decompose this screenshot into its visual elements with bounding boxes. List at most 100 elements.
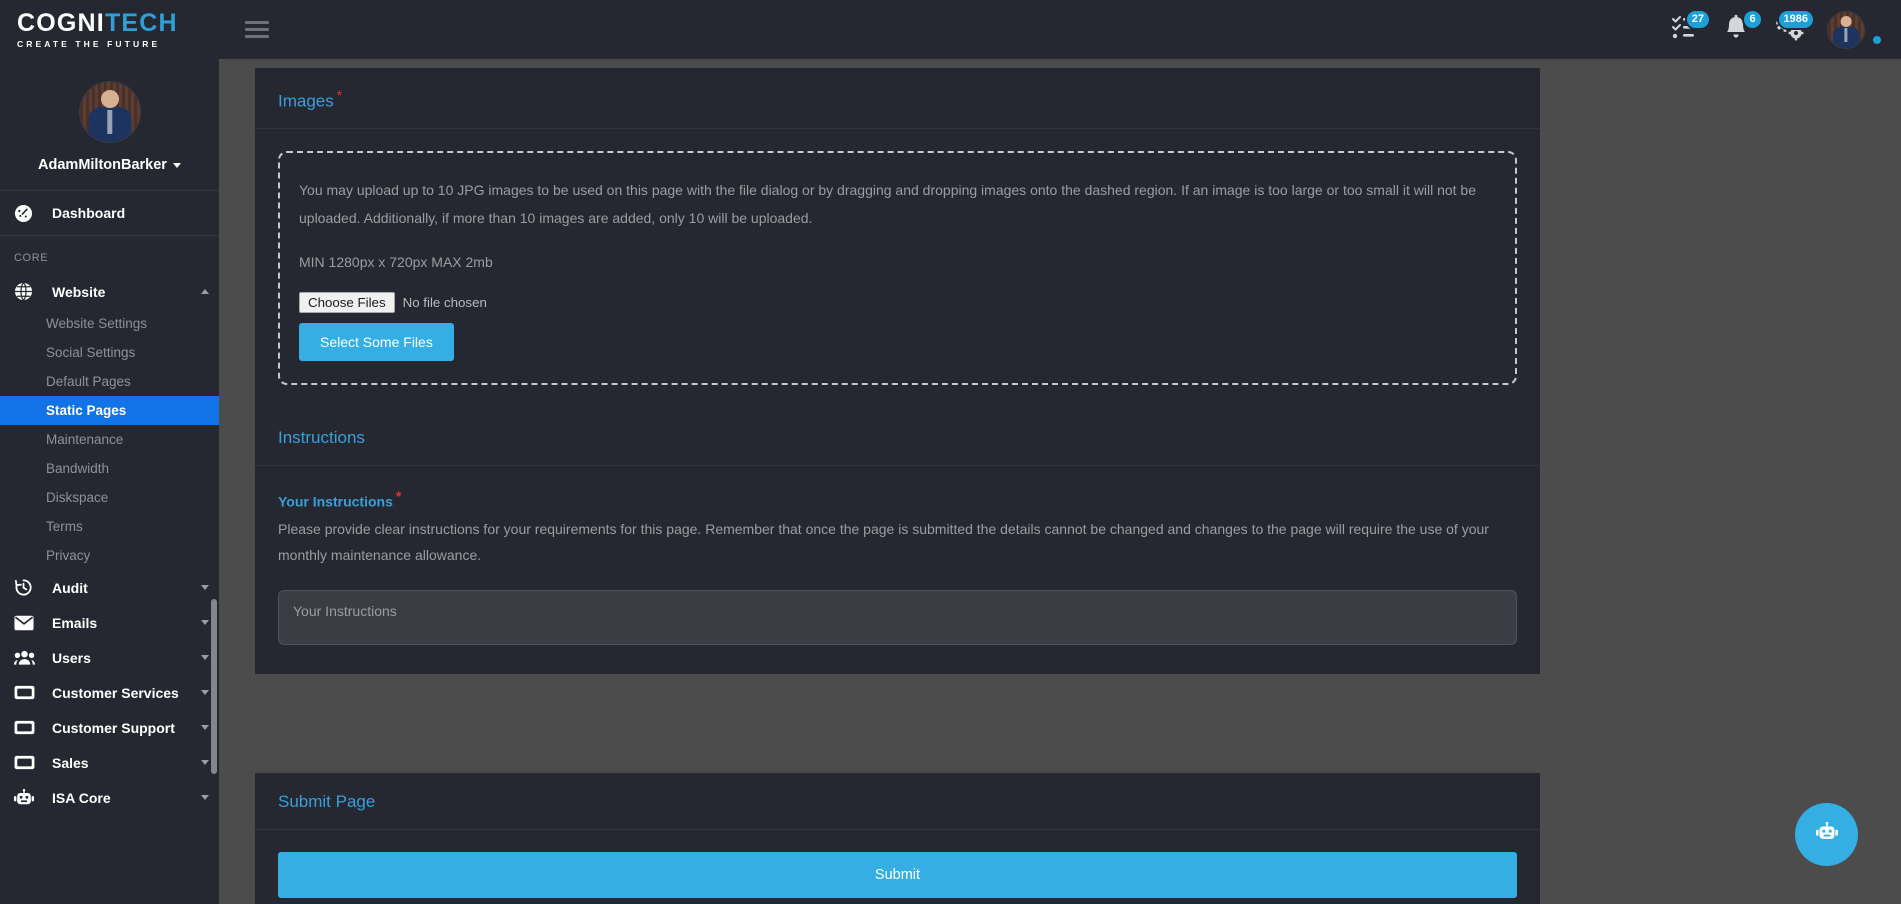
- required-asterisk: *: [336, 87, 343, 103]
- file-chosen-status: No file chosen: [402, 294, 487, 310]
- sidebar-scrollbar-track[interactable]: [211, 59, 218, 904]
- history-icon: [14, 578, 42, 597]
- submit-card: Submit Page Submit: [255, 773, 1540, 904]
- sidebar-subitem-label: Bandwidth: [46, 461, 110, 476]
- sidebar-item-audit[interactable]: Audit: [0, 570, 219, 605]
- chevron-up-icon: [201, 289, 209, 294]
- sidebar-item-dashboard[interactable]: Dashboard: [0, 191, 219, 235]
- sidebar-item-label: Emails: [52, 614, 98, 631]
- dropzone-constraints: MIN 1280px x 720px MAX 2mb: [299, 253, 493, 270]
- robot-icon: [14, 788, 42, 807]
- sidebar-subitem-label: Default Pages: [46, 374, 131, 389]
- sidebar-scroll-area: AdamMiltonBarker Dashboard CORE Website …: [0, 59, 219, 904]
- submit-button[interactable]: Submit: [278, 852, 1517, 898]
- chatbot-fab-button[interactable]: [1795, 803, 1858, 866]
- sidebar-item-label: Customer Services: [52, 684, 179, 701]
- hamburger-bar: [245, 21, 269, 24]
- envelope-icon: [14, 615, 42, 631]
- sidebar-subitem-terms[interactable]: Terms: [0, 512, 219, 541]
- sidebar-item-label: Customer Support: [52, 719, 175, 736]
- sidebar-item-label: Dashboard: [52, 205, 126, 221]
- user-avatar[interactable]: [1827, 10, 1865, 49]
- images-card-header: Images *: [255, 68, 1540, 130]
- topbar-actions: 27 6 1986: [1671, 0, 1901, 59]
- sidebar-subitem-bandwidth[interactable]: Bandwidth: [0, 454, 219, 483]
- chevron-down-icon: [201, 585, 209, 590]
- image-dropzone[interactable]: You may upload up to 10 JPG images to be…: [278, 151, 1517, 385]
- instructions-field-label-text: Your Instructions: [278, 493, 393, 510]
- instructions-field-label: Your Instructions *: [278, 488, 1517, 510]
- sidebar-subitem-label: Static Pages: [46, 403, 127, 418]
- sidebar-profile: AdamMiltonBarker: [0, 59, 219, 190]
- sidebar-scrollbar-thumb[interactable]: [211, 599, 217, 774]
- logo-primary: COGNI: [17, 8, 105, 37]
- notifications-badge: 6: [1742, 8, 1763, 30]
- sidebar-avatar[interactable]: [78, 81, 141, 143]
- dropzone-instructions: You may upload up to 10 JPG images to be…: [299, 182, 1476, 226]
- settings-badge: 1986: [1776, 8, 1815, 30]
- sidebar-subitem-maintenance[interactable]: Maintenance: [0, 425, 219, 454]
- logo-accent: TECH: [104, 8, 178, 37]
- settings-gears-icon[interactable]: 1986: [1775, 8, 1815, 46]
- sidebar-item-label: Website: [52, 283, 106, 300]
- instructions-card-header: Instructions: [255, 409, 1540, 466]
- sidebar-item-label: Users: [52, 649, 91, 666]
- chevron-down-icon: [172, 162, 181, 168]
- sidebar-subitem-privacy[interactable]: Privacy: [0, 541, 219, 570]
- sidebar-subitem-website-settings[interactable]: Website Settings: [0, 309, 219, 338]
- sidebar-subitem-label: Social Settings: [46, 345, 136, 360]
- online-status-dot: [1871, 33, 1883, 46]
- sidebar-item-sales[interactable]: Sales: [0, 745, 219, 780]
- choose-files-button[interactable]: Choose Files: [299, 291, 395, 313]
- sidebar: AdamMiltonBarker Dashboard CORE Website …: [0, 59, 219, 904]
- tasks-checklist-icon[interactable]: 27: [1671, 8, 1711, 46]
- sidebar-item-emails[interactable]: Emails: [0, 605, 219, 640]
- sidebar-subitem-label: Diskspace: [46, 490, 109, 505]
- chevron-down-icon: [201, 690, 209, 695]
- instructions-card: Instructions Your Instructions * Please p…: [255, 409, 1540, 675]
- ticket-icon: [14, 685, 42, 700]
- sidebar-item-label: ISA Core: [52, 789, 111, 806]
- sidebar-subitem-default-pages[interactable]: Default Pages: [0, 367, 219, 396]
- ticket-icon: [14, 755, 42, 770]
- sidebar-subitem-label: Maintenance: [46, 432, 124, 447]
- sidebar-subitem-social-settings[interactable]: Social Settings: [0, 338, 219, 367]
- ticket-icon: [14, 720, 42, 735]
- chevron-down-icon: [201, 655, 209, 660]
- sidebar-item-label: Sales: [52, 754, 89, 771]
- sidebar-item-users[interactable]: Users: [0, 640, 219, 675]
- chevron-down-icon: [201, 725, 209, 730]
- images-card-title: Images: [278, 91, 334, 111]
- sidebar-subitem-label: Terms: [46, 519, 83, 534]
- images-card-body: You may upload up to 10 JPG images to be…: [255, 129, 1540, 409]
- sidebar-section-core: CORE: [14, 252, 49, 264]
- images-card: Images * You may upload up to 10 JPG imag…: [255, 68, 1540, 409]
- sidebar-subitem-static-pages[interactable]: Static Pages: [0, 396, 219, 425]
- sidebar-subitem-label: Privacy: [46, 548, 91, 563]
- tasks-badge: 27: [1684, 8, 1711, 30]
- profile-name-label: AdamMiltonBarker: [38, 157, 167, 173]
- sidebar-item-isa-core[interactable]: ISA Core: [0, 780, 219, 815]
- avatar-image: [1828, 11, 1864, 48]
- chevron-down-icon: [201, 795, 209, 800]
- menu-toggle-button[interactable]: [245, 17, 271, 43]
- users-icon: [14, 649, 42, 666]
- select-some-files-button[interactable]: Select Some Files: [299, 322, 454, 361]
- instructions-card-title: Instructions: [278, 428, 365, 447]
- submit-card-title: Submit Page: [278, 792, 376, 811]
- file-input-row: Choose Files No file chosen: [299, 291, 1496, 313]
- notifications-bell-icon[interactable]: 6: [1723, 8, 1763, 46]
- submit-card-header: Submit Page: [255, 773, 1540, 830]
- sidebar-submenu-website: Website Settings Social Settings Default…: [0, 309, 219, 570]
- chevron-down-icon: [201, 760, 209, 765]
- sidebar-item-customer-services[interactable]: Customer Services: [0, 675, 219, 710]
- hamburger-bar: [245, 35, 269, 38]
- logo-tagline: CREATE THE FUTURE: [17, 38, 161, 49]
- instructions-textarea[interactable]: [278, 590, 1517, 646]
- profile-name-dropdown[interactable]: AdamMiltonBarker: [38, 157, 181, 173]
- sidebar-item-customer-support[interactable]: Customer Support: [0, 710, 219, 745]
- sidebar-item-website[interactable]: Website: [0, 274, 219, 309]
- app-logo[interactable]: COGNITECH CREATE THE FUTURE: [0, 0, 219, 59]
- sidebar-subitem-diskspace[interactable]: Diskspace: [0, 483, 219, 512]
- hamburger-bar: [245, 28, 269, 31]
